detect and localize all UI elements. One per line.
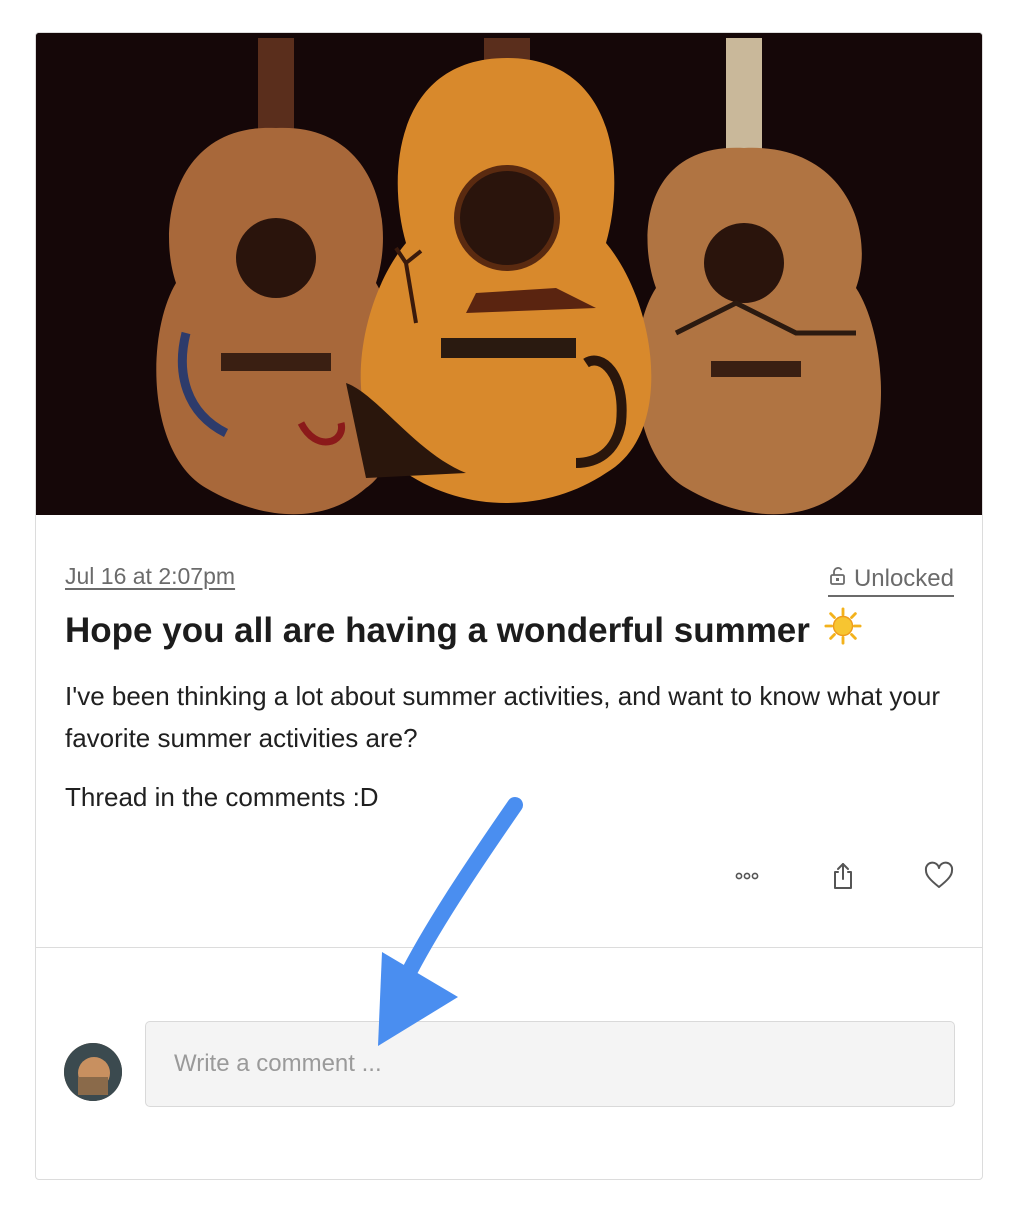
share-button[interactable] <box>826 859 860 893</box>
post-date-link[interactable]: Jul 16 at 2:07pm <box>65 563 235 590</box>
lock-status-label: Unlocked <box>853 565 954 592</box>
more-options-icon <box>735 872 759 880</box>
unlock-icon <box>828 565 848 593</box>
heart-icon <box>924 861 954 888</box>
user-avatar[interactable] <box>64 1043 122 1101</box>
more-options-button[interactable] <box>730 859 764 893</box>
comment-input[interactable] <box>145 1021 955 1107</box>
post-title-text: Hope you all are having a wonderful summ… <box>65 610 810 650</box>
post-card: Jul 16 at 2:07pm Unlocked Hope you all a… <box>35 32 983 1180</box>
post-body: I've been thinking a lot about summer ac… <box>65 675 945 818</box>
unlocked-badge[interactable]: Unlocked <box>827 565 954 597</box>
post-actions <box>730 859 956 893</box>
like-button[interactable] <box>922 859 956 893</box>
section-divider <box>36 947 982 948</box>
sun-icon <box>824 607 862 654</box>
share-icon <box>834 863 852 889</box>
post-header-image <box>36 33 982 515</box>
post-title: Hope you all are having a wonderful summ… <box>65 607 862 654</box>
post-paragraph: I've been thinking a lot about summer ac… <box>65 681 940 753</box>
post-paragraph: Thread in the comments :D <box>65 782 379 812</box>
